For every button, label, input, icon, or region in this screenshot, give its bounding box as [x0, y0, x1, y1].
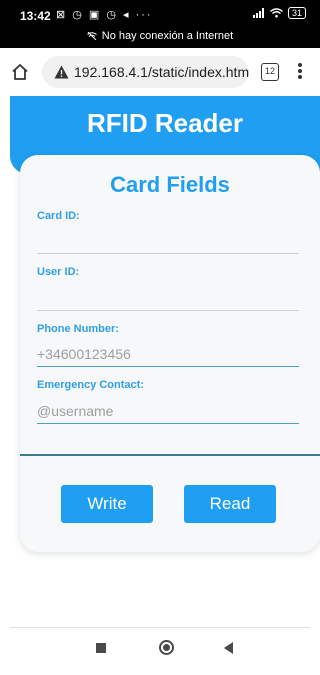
- card-id-label: Card ID:: [37, 210, 80, 222]
- wifi-off-icon: [86, 32, 97, 40]
- battery-indicator: 31: [287, 7, 306, 19]
- status-right: 31: [252, 7, 306, 19]
- status-bar: 13:42 ⊠ ◷ ▣ ◷ ◂ ··· 31 No hay conexión a…: [0, 0, 320, 48]
- back-icon[interactable]: [224, 642, 233, 654]
- card-id-input[interactable]: [37, 228, 299, 254]
- emergency-contact-input[interactable]: [37, 398, 299, 424]
- nav-separator: [10, 627, 310, 628]
- phone-number-label: Phone Number:: [37, 323, 119, 335]
- home-circle-icon[interactable]: [159, 640, 174, 655]
- menu-icon[interactable]: [297, 62, 303, 82]
- network-status: No hay conexión a Internet: [0, 30, 320, 42]
- warning-icon[interactable]: [54, 65, 69, 79]
- home-icon[interactable]: [10, 62, 30, 82]
- recent-apps-icon[interactable]: [96, 643, 106, 653]
- emergency-contact-label: Emergency Contact:: [37, 379, 144, 391]
- phone-number-input[interactable]: [37, 341, 299, 367]
- user-id-input[interactable]: [37, 285, 299, 311]
- address-bar[interactable]: 192.168.4.1/static/index.htm: [42, 56, 249, 88]
- notification-icons: ⊠ ◷ ▣ ◷ ◂ ···: [56, 9, 153, 21]
- read-button[interactable]: Read: [184, 485, 276, 523]
- card-title: Card Fields: [110, 172, 230, 197]
- network-message: No hay conexión a Internet: [101, 30, 234, 42]
- user-id-label: User ID:: [37, 266, 80, 278]
- page-title: RFID Reader: [86, 108, 244, 138]
- status-time: 13:42: [20, 9, 51, 23]
- browser-toolbar: 192.168.4.1/static/index.htm 12: [0, 48, 320, 96]
- system-nav-bar: [0, 627, 320, 675]
- signal-icon: [252, 8, 264, 18]
- wifi-icon: [270, 8, 283, 18]
- section-divider: [20, 454, 320, 456]
- tabs-icon[interactable]: 12: [261, 63, 279, 81]
- tab-count: 12: [264, 66, 275, 76]
- write-button[interactable]: Write: [61, 485, 153, 523]
- url-text: 192.168.4.1/static/index.htm: [74, 64, 249, 80]
- card-fields-panel: Card Fields Card ID: User ID: Phone Numb…: [20, 155, 320, 552]
